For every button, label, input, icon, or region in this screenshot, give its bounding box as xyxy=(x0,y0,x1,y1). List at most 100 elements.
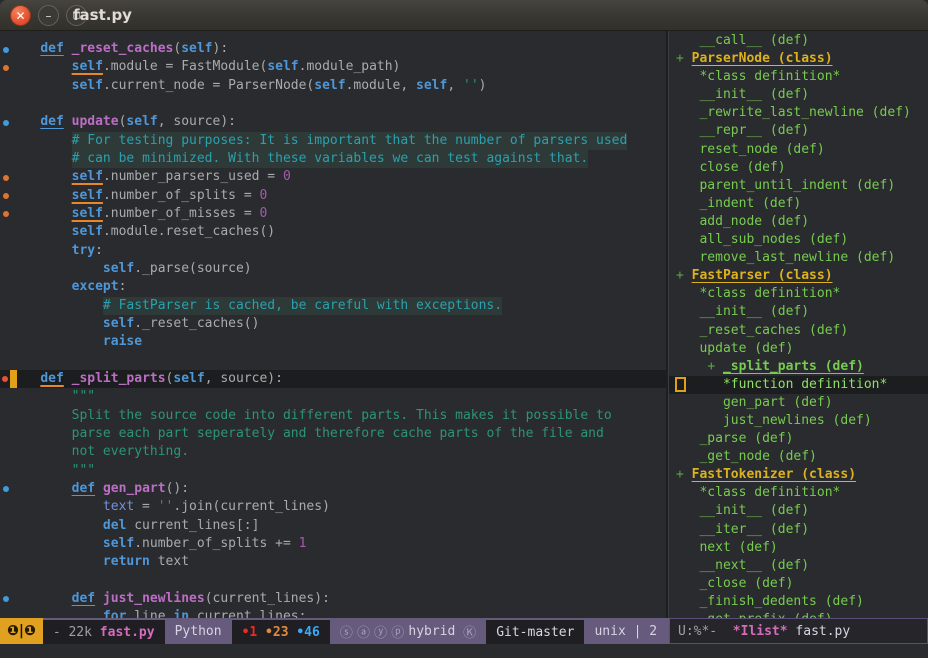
code-line[interactable]: not everything. xyxy=(0,443,666,461)
breakpoint-dot-icon xyxy=(2,376,8,382)
imenu-item[interactable]: _indent (def) xyxy=(669,195,928,213)
imenu-item[interactable]: __init__ (def) xyxy=(669,303,928,321)
echo-area xyxy=(0,644,928,658)
code-token: .number_of_splits = xyxy=(103,188,260,203)
modeline-segment-major-mode[interactable]: Python xyxy=(165,618,232,644)
imenu-item[interactable]: _get_node (def) xyxy=(669,448,928,466)
imenu-item-label: *function definition* xyxy=(723,377,887,392)
code-line[interactable]: parse each part seperately and therefore… xyxy=(0,425,666,443)
imenu-item[interactable]: *class definition* xyxy=(669,285,928,303)
imenu-item[interactable]: remove_last_newline (def) xyxy=(669,249,928,267)
code-line[interactable] xyxy=(0,572,666,590)
code-token xyxy=(9,59,72,74)
code-line[interactable]: self._parse(source) xyxy=(0,260,666,278)
code-line[interactable] xyxy=(0,95,666,113)
imenu-item[interactable]: __next__ (def) xyxy=(669,557,928,575)
code-token: self xyxy=(103,536,134,551)
code-line[interactable]: """ xyxy=(0,388,666,406)
code-line[interactable]: def _reset_caches(self): xyxy=(0,40,666,58)
code-line[interactable]: def update(self, source): xyxy=(0,113,666,131)
code-line[interactable]: self._reset_caches() xyxy=(0,315,666,333)
code-token: , source): xyxy=(205,371,283,386)
modeline-segment-minor-modes[interactable]: ⓢ ⓐ ⓨ ⓟ hybrid Ⓚ xyxy=(330,618,486,644)
code-line[interactable]: # can be minimized. With these variables… xyxy=(0,150,666,168)
imenu-item[interactable]: __init__ (def) xyxy=(669,86,928,104)
code-line[interactable]: try: xyxy=(0,242,666,260)
code-token: 0 xyxy=(259,206,267,221)
imenu-item[interactable]: _close (def) xyxy=(669,575,928,593)
imenu-item[interactable]: add_node (def) xyxy=(669,213,928,231)
imenu-item[interactable]: close (def) xyxy=(669,159,928,177)
imenu-item[interactable]: + FastParser (class) xyxy=(669,267,928,285)
code-token: ) xyxy=(479,78,487,93)
code-pane[interactable]: def _reset_caches(self): self.module = F… xyxy=(0,31,666,618)
modeline-segment-encoding-position[interactable]: unix | 2 xyxy=(584,618,667,644)
indent xyxy=(676,503,699,518)
imenu-item[interactable]: __init__ (def) xyxy=(669,502,928,520)
code-token xyxy=(9,536,103,551)
code-token xyxy=(64,41,72,56)
expand-plus-icon: + xyxy=(707,359,723,374)
code-line[interactable]: self.number_of_splits = 0 xyxy=(0,187,666,205)
code-line[interactable]: def _split_parts(self, source): xyxy=(0,370,666,388)
code-token xyxy=(9,41,40,56)
imenu-item[interactable]: __call__ (def) xyxy=(669,32,928,50)
code-line[interactable]: for line in current_lines: xyxy=(0,608,666,618)
code-line[interactable]: return text xyxy=(0,553,666,571)
imenu-item[interactable]: reset_node (def) xyxy=(669,141,928,159)
code-line[interactable]: def just_newlines(current_lines): xyxy=(0,590,666,608)
code-line[interactable]: def gen_part(): xyxy=(0,480,666,498)
code-line[interactable]: self.number_of_splits += 1 xyxy=(0,535,666,553)
modeline-segment-window-number-indicator[interactable]: ❶|❶ xyxy=(0,618,43,644)
minimize-button[interactable]: – xyxy=(38,5,59,26)
imenu-item[interactable]: just_newlines (def) xyxy=(669,412,928,430)
imenu-item[interactable]: + ParserNode (class) xyxy=(669,50,928,68)
code-line[interactable] xyxy=(0,352,666,370)
imenu-item[interactable]: next (def) xyxy=(669,539,928,557)
code-line[interactable]: raise xyxy=(0,333,666,351)
modeline-segment-version-control[interactable]: Git-master xyxy=(486,618,584,644)
imenu-item[interactable]: _rewrite_last_newline (def) xyxy=(669,104,928,122)
modeline-segment-flycheck-counts[interactable]: •1 •23 •46 xyxy=(232,618,330,644)
code-line[interactable]: del current_lines[:] xyxy=(0,517,666,535)
code-line[interactable]: # FastParser is cached, be careful with … xyxy=(0,297,666,315)
imenu-item[interactable]: *class definition* xyxy=(669,68,928,86)
code-line[interactable]: self.module.reset_caches() xyxy=(0,223,666,241)
imenu-item[interactable]: __repr__ (def) xyxy=(669,122,928,140)
code-token: .module.reset_caches() xyxy=(103,224,275,239)
code-line[interactable]: self.module = FastModule(self.module_pat… xyxy=(0,58,666,76)
imenu-item[interactable]: __iter__ (def) xyxy=(669,521,928,539)
imenu-item[interactable]: parent_until_indent (def) xyxy=(669,177,928,195)
modeline-segment-buffer-info[interactable]: - 22k fast.py xyxy=(43,618,165,644)
code-line[interactable]: text = ''.join(current_lines) xyxy=(0,498,666,516)
code-token xyxy=(9,261,103,276)
imenu-item[interactable]: *class definition* xyxy=(669,484,928,502)
imenu-item[interactable]: _parse (def) xyxy=(669,430,928,448)
modeline-text: hybrid xyxy=(408,624,463,639)
code-line[interactable]: self.number_of_misses = 0 xyxy=(0,205,666,223)
imenu-item[interactable]: _reset_caches (def) xyxy=(669,322,928,340)
code-line[interactable]: """ xyxy=(0,462,666,480)
code-token: """ xyxy=(72,389,95,404)
code-line[interactable]: self.number_parsers_used = 0 xyxy=(0,168,666,186)
code-line[interactable]: # For testing purposes: It is important … xyxy=(0,132,666,150)
imenu-item[interactable]: _finish_dedents (def) xyxy=(669,593,928,611)
code-line[interactable]: self.current_node = ParserNode(self.modu… xyxy=(0,77,666,95)
imenu-item[interactable]: all_sub_nodes (def) xyxy=(669,231,928,249)
imenu-sidebar[interactable]: __call__ (def)+ ParserNode (class) *clas… xyxy=(669,31,928,618)
modeline-text: fast.py xyxy=(100,625,155,640)
indent xyxy=(676,286,699,301)
modeline-text: Git-master xyxy=(496,625,574,640)
imenu-item[interactable]: _get_prefix (def) xyxy=(669,611,928,618)
code-line[interactable]: Split the source code into different par… xyxy=(0,407,666,425)
imenu-item[interactable]: gen_part (def) xyxy=(669,394,928,412)
code-line[interactable]: except: xyxy=(0,278,666,296)
imenu-item[interactable]: update (def) xyxy=(669,340,928,358)
imenu-item-label: FastTokenizer (class) xyxy=(692,467,856,482)
imenu-item[interactable]: + FastTokenizer (class) xyxy=(669,466,928,484)
imenu-item[interactable]: *function definition* xyxy=(669,376,928,394)
indent xyxy=(676,178,699,193)
imenu-item-label: FastParser (class) xyxy=(692,268,833,283)
close-button[interactable]: ✕ xyxy=(10,5,31,26)
imenu-item[interactable]: + _split_parts (def) xyxy=(669,358,928,376)
